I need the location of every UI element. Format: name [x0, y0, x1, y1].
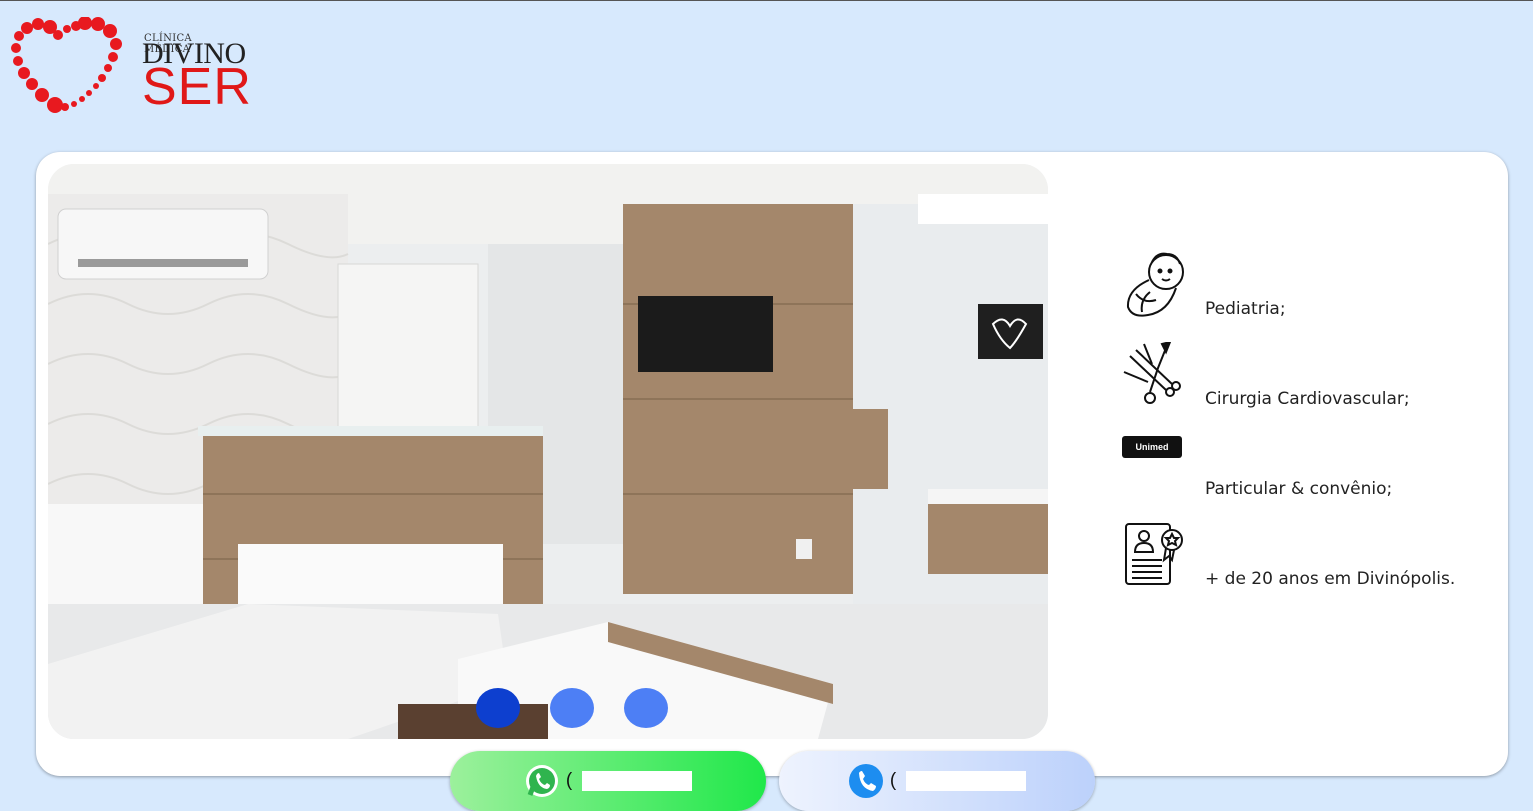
phone-icon — [848, 764, 883, 798]
certificate-icon — [1125, 523, 1183, 585]
feature-label: Pediatria; — [1205, 299, 1286, 319]
reception-illustration — [48, 164, 1048, 739]
whatsapp-icon — [525, 765, 558, 797]
whatsapp-number: ( — [565, 770, 573, 791]
carousel-dot-1[interactable] — [476, 688, 520, 728]
carousel-dot-3[interactable] — [624, 688, 668, 728]
phone-button[interactable]: ( — [779, 751, 1095, 811]
unimed-logo-icon: Unimed — [1122, 436, 1188, 458]
feature-pediatria: Pediatria; — [1122, 252, 1492, 342]
redacted-number — [582, 771, 693, 791]
carousel-indicators — [476, 688, 668, 728]
feature-label: + de 20 anos em Divinópolis. — [1205, 569, 1456, 589]
feature-label: Particular & convênio; — [1205, 479, 1393, 499]
feature-label: Cirurgia Cardiovascular; — [1205, 389, 1410, 409]
whatsapp-button[interactable]: ( — [450, 751, 766, 811]
phone-number-prefix: ( — [889, 770, 897, 791]
logo-line2: SER — [142, 58, 252, 116]
redacted-number — [906, 771, 1027, 791]
feature-list: Pediatria; Cirurgia Cardiovascular; Unim… — [1122, 252, 1492, 612]
feature-cirurgia: Cirurgia Cardiovascular; — [1122, 342, 1492, 432]
feature-particular-convenio: Unimed Particular & convênio; — [1122, 432, 1492, 522]
clinic-reception-photo — [48, 164, 1048, 739]
baby-icon — [1126, 252, 1184, 317]
clinic-logo[interactable]: CLÍNICA MÉDICA DIVINO SER — [10, 17, 251, 122]
main-card: Pediatria; Cirurgia Cardiovascular; Unim… — [36, 152, 1508, 776]
carousel-dot-2[interactable] — [550, 688, 594, 728]
surgical-instruments-icon — [1123, 342, 1181, 404]
heart-dots-logo-icon — [11, 17, 122, 113]
unimed-badge: Unimed — [1122, 436, 1182, 458]
feature-experiencia: + de 20 anos em Divinópolis. — [1122, 522, 1492, 612]
